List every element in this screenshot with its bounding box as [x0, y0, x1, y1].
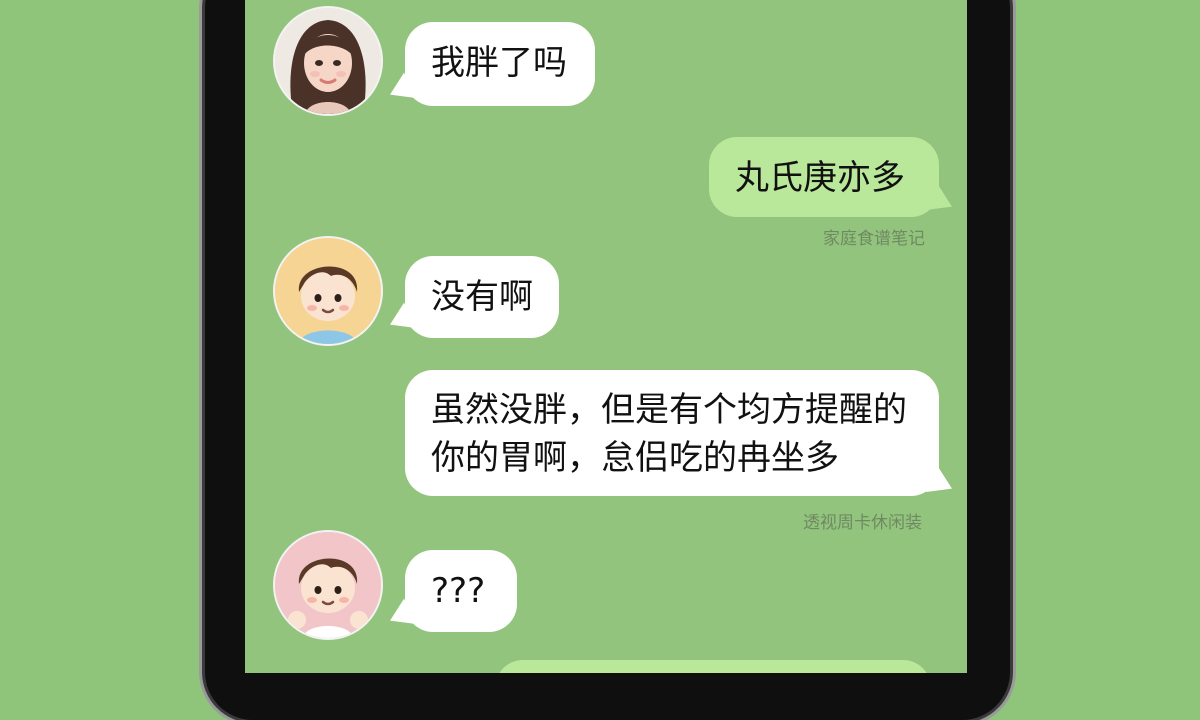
message-status: 透视周卡休闲装 [803, 513, 922, 533]
boy-avatar[interactable] [273, 236, 383, 346]
boy-avatar-pink[interactable] [273, 530, 383, 640]
chat-screen: 我胖了吗 丸氏庚亦多 家庭食谱笔记 没有啊 虽然没胖，但是有个均方提醒的 你的胃… [245, 0, 967, 673]
message-bubble-received[interactable]: 我胖了吗 [405, 22, 595, 106]
girl-face-icon [275, 8, 381, 114]
boy-face-icon [275, 238, 381, 344]
message-bubble-received[interactable]: ??? [405, 550, 517, 632]
girl-avatar[interactable] [273, 6, 383, 116]
message-bubble-long[interactable]: 虽然没胖，但是有个均方提醒的 你的胃啊，怠侣吃的冉坐多 [405, 370, 939, 496]
message-bubble-sent-partial[interactable] [495, 660, 931, 673]
boy-wave-icon [275, 532, 381, 638]
message-status: 家庭食谱笔记 [823, 229, 925, 249]
message-bubble-received[interactable]: 没有啊 [405, 256, 559, 338]
message-bubble-sent[interactable]: 丸氏庚亦多 [709, 137, 939, 217]
